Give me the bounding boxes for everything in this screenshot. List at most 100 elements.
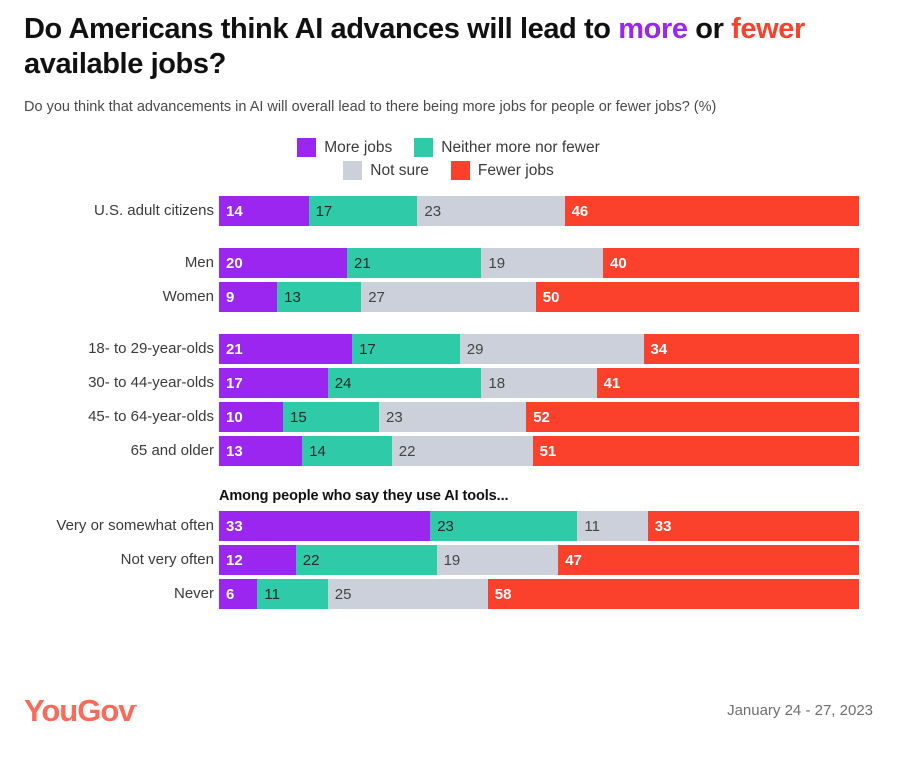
legend-label-neither: Neither more nor fewer	[441, 138, 600, 156]
bar-segment-neither-more-nor-fewer[interactable]: 24	[327, 368, 482, 399]
bar-row: Men 20 21 19 40	[0, 248, 897, 279]
legend-item-fewer-jobs[interactable]: Fewer jobs	[450, 161, 554, 181]
bar-row-label: Men	[184, 254, 214, 272]
bar-group: Among people who say they use AI tools..…	[0, 488, 897, 610]
yougov-logo-text: YouGov	[24, 693, 136, 728]
bar-segment-neither-more-nor-fewer[interactable]: 14	[302, 436, 392, 467]
bar-row-label: Never	[173, 585, 214, 603]
bar-group: Men 20 21 19 40 Women 9 13 27 50	[0, 248, 897, 313]
legend-swatch-more-jobs	[297, 138, 317, 158]
bar-group: U.S. adult citizens 14 17 23 46	[0, 196, 897, 227]
bar-segment-fewer-jobs[interactable]: 52	[526, 402, 859, 433]
bar-row-label: 30- to 44-year-olds	[88, 374, 214, 392]
bar-segment-fewer-jobs[interactable]: 47	[558, 545, 859, 576]
bar-track: 9 13 27 50	[219, 282, 859, 313]
bar-track: 12 22 19 47	[219, 545, 859, 576]
bar-segment-neither-more-nor-fewer[interactable]: 23	[430, 511, 578, 542]
bar-row: 45- to 64-year-olds 10 15 23 52	[0, 402, 897, 433]
legend-item-neither[interactable]: Neither more nor fewer	[414, 138, 600, 158]
legend-item-not-sure[interactable]: Not sure	[343, 161, 429, 181]
bar-segment-neither-more-nor-fewer[interactable]: 21	[347, 248, 482, 279]
bar-segment-not-sure[interactable]: 23	[379, 402, 527, 433]
bar-segment-fewer-jobs[interactable]: 41	[596, 368, 859, 399]
bar-row: 30- to 44-year-olds 17 24 18 41	[0, 368, 897, 399]
legend-label-fewer-jobs: Fewer jobs	[477, 161, 554, 179]
bar-segment-not-sure[interactable]: 19	[481, 248, 603, 279]
bar-row: U.S. adult citizens 14 17 23 46	[0, 196, 897, 227]
yougov-logo: YouGov·	[24, 693, 138, 728]
bar-segment-not-sure[interactable]: 11	[577, 511, 648, 542]
bar-track: 17 24 18 41	[219, 368, 859, 399]
bar-segment-more-jobs[interactable]: 12	[219, 545, 296, 576]
legend-item-more-jobs[interactable]: More jobs	[297, 138, 393, 158]
bar-segment-neither-more-nor-fewer[interactable]: 17	[308, 196, 418, 227]
bar-group: 18- to 29-year-olds 21 17 29 34 30- to 44-yea…	[0, 334, 897, 467]
bar-segment-not-sure[interactable]: 23	[417, 196, 565, 227]
bar-segment-fewer-jobs[interactable]: 33	[647, 511, 859, 542]
bar-segment-fewer-jobs[interactable]: 34	[643, 334, 859, 365]
bar-segment-more-jobs[interactable]: 17	[219, 368, 328, 399]
bar-track: 10 15 23 52	[219, 402, 859, 433]
bar-track: 20 21 19 40	[219, 248, 859, 279]
legend-swatch-neither	[414, 138, 434, 158]
bar-segment-neither-more-nor-fewer[interactable]: 17	[352, 334, 460, 365]
page-title: Do Americans think AI advances will lead…	[24, 12, 873, 82]
bar-row: 18- to 29-year-olds 21 17 29 34	[0, 334, 897, 365]
bar-segment-more-jobs[interactable]: 33	[219, 511, 431, 542]
group-heading: Among people who say they use AI tools..…	[219, 488, 509, 505]
bar-row-label: Very or somewhat often	[56, 517, 214, 535]
bar-segment-more-jobs[interactable]: 10	[219, 402, 283, 433]
legend-row-1: More jobs Neither more nor fewer	[297, 138, 600, 158]
bar-row: Never 6 11 25 58	[0, 579, 897, 610]
legend-swatch-fewer-jobs	[450, 161, 470, 181]
bar-segment-neither-more-nor-fewer[interactable]: 15	[283, 402, 379, 433]
bar-segment-more-jobs[interactable]: 13	[219, 436, 303, 467]
bar-row-label: Not very often	[120, 551, 214, 569]
bar-segment-fewer-jobs[interactable]: 58	[487, 579, 859, 610]
bar-segment-not-sure[interactable]: 19	[436, 545, 559, 576]
bar-row-label: 65 and older	[130, 442, 214, 460]
stacked-bar-chart: U.S. adult citizens 14 17 23 46 Men 20 21 19 40 Wo…	[0, 196, 897, 610]
legend-swatch-not-sure	[343, 161, 363, 181]
bar-row: Women 9 13 27 50	[0, 282, 897, 313]
title-part-1: Do Americans think AI advances will lead…	[24, 13, 619, 45]
bar-segment-neither-more-nor-fewer[interactable]: 13	[277, 282, 362, 313]
legend-row-2: Not sure Fewer jobs	[343, 161, 554, 181]
bar-segment-more-jobs[interactable]: 6	[219, 579, 258, 610]
bar-segment-not-sure[interactable]: 22	[391, 436, 533, 467]
chart-page: Do Americans think AI advances will lead…	[0, 0, 897, 764]
bar-segment-not-sure[interactable]: 29	[459, 334, 644, 365]
bar-track: 13 14 22 51	[219, 436, 859, 467]
legend-label-not-sure: Not sure	[370, 161, 429, 179]
header: Do Americans think AI advances will lead…	[0, 0, 897, 118]
bar-track: 6 11 25 58	[219, 579, 859, 610]
bar-segment-not-sure[interactable]: 25	[327, 579, 488, 610]
bar-row-label: 45- to 64-year-olds	[88, 408, 214, 426]
bar-segment-neither-more-nor-fewer[interactable]: 11	[257, 579, 328, 610]
bar-segment-fewer-jobs[interactable]: 40	[602, 248, 859, 279]
bar-segment-fewer-jobs[interactable]: 46	[564, 196, 859, 227]
bar-segment-more-jobs[interactable]: 14	[219, 196, 309, 227]
bar-segment-neither-more-nor-fewer[interactable]: 22	[295, 545, 437, 576]
footer: YouGov· January 24 - 27, 2023	[24, 695, 873, 726]
chart-subtitle: Do you think that advancements in AI wil…	[24, 98, 717, 115]
title-part-2: or	[687, 13, 732, 45]
bar-row-label: 18- to 29-year-olds	[88, 340, 214, 358]
bar-segment-more-jobs[interactable]: 21	[219, 334, 353, 365]
title-highlight-fewer: fewer	[731, 13, 805, 45]
bar-segment-not-sure[interactable]: 18	[481, 368, 597, 399]
bar-segment-not-sure[interactable]: 27	[361, 282, 536, 313]
bar-segment-fewer-jobs[interactable]: 51	[532, 436, 859, 467]
chart-legend: More jobs Neither more nor fewer Not sur…	[0, 138, 897, 181]
bar-segment-fewer-jobs[interactable]: 50	[535, 282, 859, 313]
bar-row: Not very often 12 22 19 47	[0, 545, 897, 576]
bar-row-label: Women	[162, 288, 214, 306]
bar-segment-more-jobs[interactable]: 9	[219, 282, 278, 313]
bar-segment-more-jobs[interactable]: 20	[219, 248, 347, 279]
title-highlight-more: more	[618, 13, 688, 45]
bar-row: Very or somewhat often 33 23 11 33	[0, 511, 897, 542]
title-part-3: available jobs?	[24, 47, 226, 80]
bar-row: 65 and older 13 14 22 51	[0, 436, 897, 467]
legend-label-more-jobs: More jobs	[324, 138, 393, 156]
bar-track: 14 17 23 46	[219, 196, 859, 227]
